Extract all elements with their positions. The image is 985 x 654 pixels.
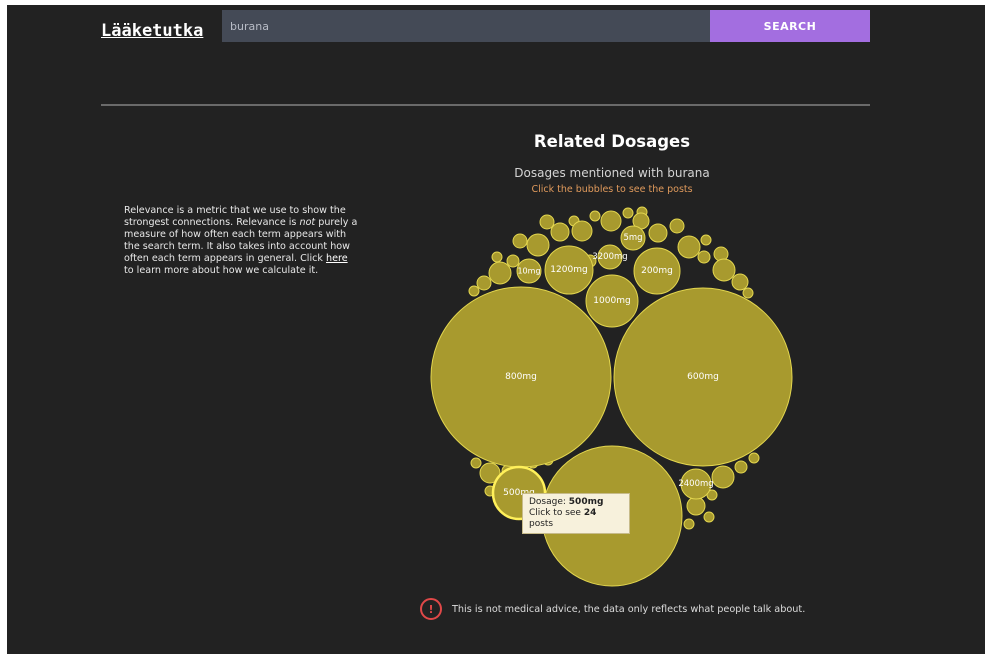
bubble-label-10mg: 10mg — [517, 267, 540, 276]
bubble-small[interactable] — [622, 207, 634, 219]
bubble-label-3200mg: 3200mg — [592, 252, 627, 262]
tooltip-dosage-value: 500mg — [568, 497, 604, 507]
bubble-small[interactable] — [742, 287, 754, 299]
dosage-bubble-chart: 800mg 600mg 1000mg 1200mg 200mg 3200mg 10mg 5mg… — [430, 206, 793, 587]
bubble-small[interactable] — [648, 223, 668, 243]
bubble-label-200mg: 200mg — [641, 266, 673, 276]
bubble-small[interactable] — [697, 250, 711, 264]
bubble-label-5mg: 5mg — [623, 233, 642, 243]
bubble-small[interactable] — [470, 457, 482, 469]
bubble-small[interactable] — [589, 210, 601, 222]
bubble-small[interactable] — [686, 496, 706, 516]
bubble-small[interactable] — [491, 251, 503, 263]
bubble-small[interactable] — [468, 285, 480, 297]
warning-icon: ! — [420, 598, 442, 620]
bubble-small[interactable] — [476, 275, 492, 291]
app-frame: Lääketutka SEARCH Relevance is a metric … — [7, 5, 985, 654]
bubble-small[interactable] — [703, 511, 715, 523]
bubble-small[interactable] — [711, 465, 735, 489]
bubble-label-800mg: 800mg — [505, 372, 537, 382]
bubble-tooltip: Dosage: 500mg Click to see 24 posts — [522, 493, 630, 534]
medical-disclaimer: ! This is not medical advice, the data o… — [420, 596, 805, 622]
bubble-label-600mg: 600mg — [687, 372, 719, 382]
bubble-small[interactable] — [550, 222, 570, 242]
tooltip-posts-suffix: posts — [529, 519, 554, 529]
bubble-small[interactable] — [506, 254, 520, 268]
bubble-small[interactable] — [600, 210, 622, 232]
section-hint: Click the bubbles to see the posts — [531, 184, 693, 195]
bubble-small[interactable] — [539, 214, 555, 230]
bubble-label-1200mg: 1200mg — [550, 265, 587, 275]
tooltip-posts-prefix: Click to see — [529, 508, 584, 518]
bubble-label-2400mg: 2400mg — [678, 479, 713, 489]
bubble-small[interactable] — [488, 261, 512, 285]
bubble-small[interactable] — [748, 452, 760, 464]
bubble-small[interactable] — [712, 258, 736, 282]
bubble-small[interactable] — [571, 220, 593, 242]
section-subtitle: Dosages mentioned with burana — [514, 166, 710, 180]
tooltip-posts-count: 24 — [583, 508, 597, 518]
tooltip-dosage-line: Dosage: 500mg — [529, 497, 623, 508]
bubble-small[interactable] — [731, 273, 749, 291]
bubble-small[interactable] — [677, 235, 701, 259]
bubble-small[interactable] — [526, 233, 550, 257]
bubble-small[interactable] — [734, 460, 748, 474]
tooltip-dosage-label: Dosage: — [529, 497, 569, 507]
disclaimer-text: This is not medical advice, the data onl… — [452, 603, 806, 615]
bubble-small[interactable] — [700, 234, 712, 246]
bubble-small[interactable] — [683, 518, 695, 530]
bubble-label-1000mg: 1000mg — [593, 296, 630, 306]
bubble-small[interactable] — [512, 233, 528, 249]
section-title: Related Dosages — [533, 132, 691, 151]
bubble-small[interactable] — [669, 218, 685, 234]
tooltip-posts-line: Click to see 24 posts — [529, 508, 623, 530]
